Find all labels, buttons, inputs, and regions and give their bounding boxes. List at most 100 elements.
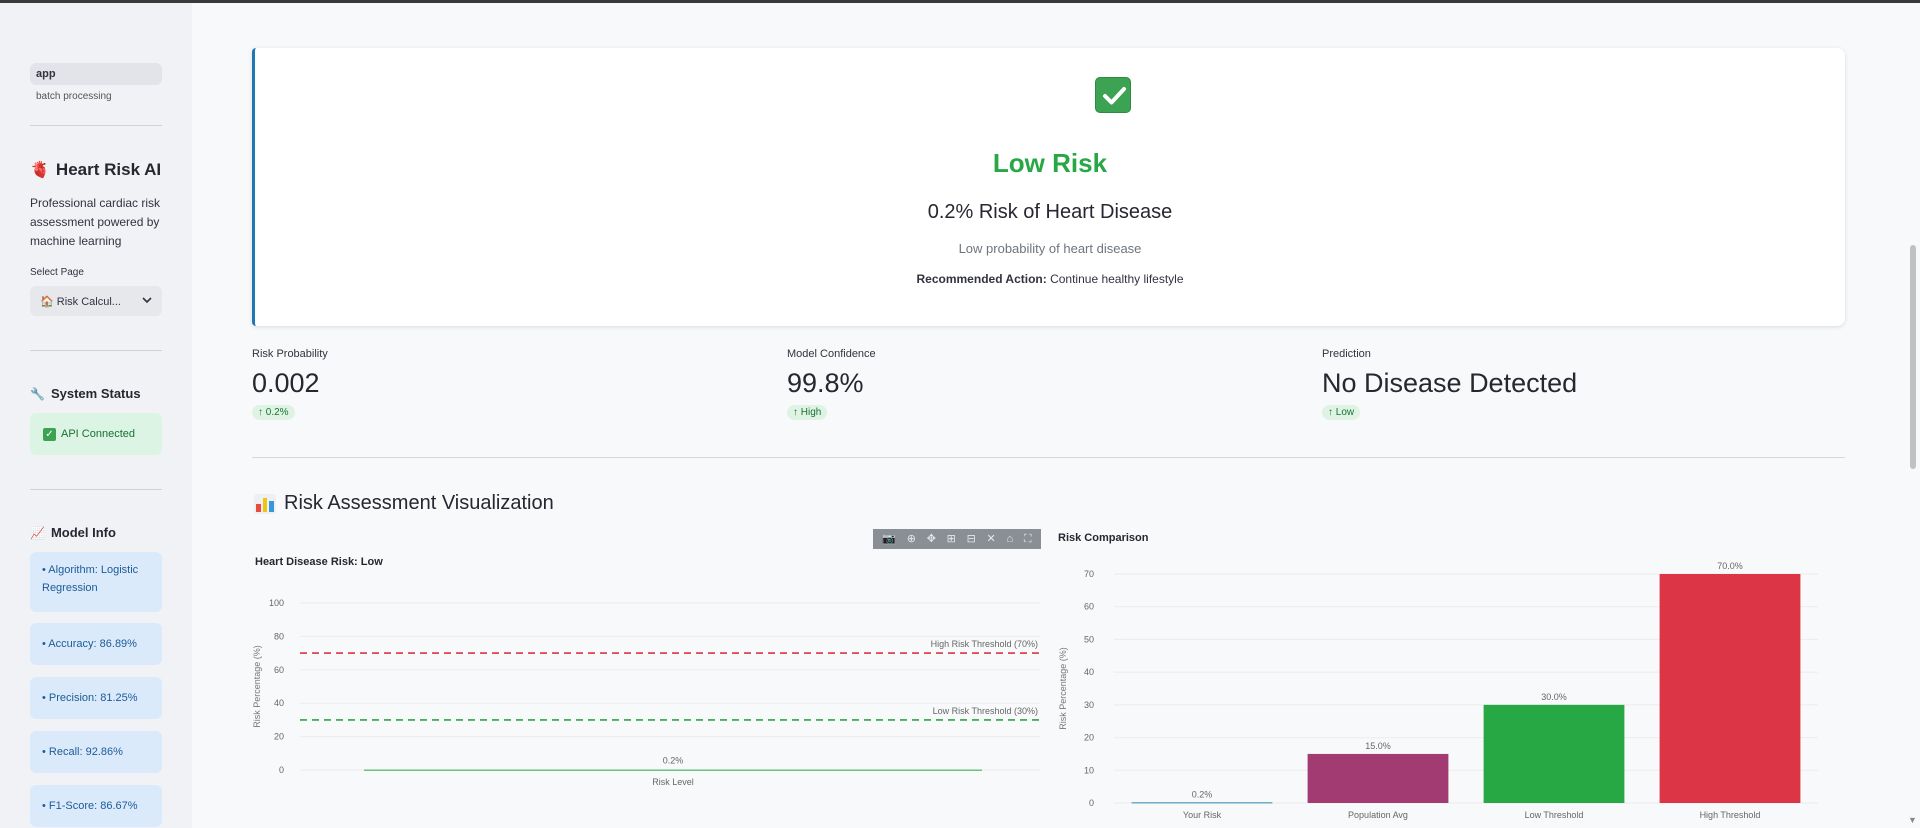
- y-tick-label: 70: [1084, 569, 1094, 579]
- y-tick-label: 60: [1084, 602, 1094, 612]
- sidebar-title-text: Heart Risk AI: [55, 160, 162, 179]
- zoom-in-icon[interactable]: ⊞: [947, 529, 956, 549]
- x-axis-label: Risk Level: [652, 777, 694, 787]
- nav-item-batch-processing[interactable]: batch processing: [36, 91, 112, 102]
- y-axis-label: Risk Percentage (%): [1058, 647, 1068, 730]
- sidebar-description: Professional cardiac risk assessment pow…: [30, 196, 161, 248]
- zoom-out-icon[interactable]: ⊟: [967, 529, 976, 549]
- api-status-text: API Connected: [61, 428, 135, 440]
- viz-section-title: Risk Assessment Visualization: [254, 492, 554, 515]
- risk-description: Low probability of heart disease: [958, 241, 1142, 256]
- main-content: Low Risk 0.2% Risk of Heart Disease Low …: [192, 3, 1920, 828]
- chart-modebar: 📷 ⊕ ✥ ⊞ ⊟ ✕ ⌂ ⛶: [873, 529, 1041, 549]
- metric-value: No Disease Detected: [1322, 368, 1578, 398]
- comparison-bar: [1659, 574, 1801, 803]
- page-select[interactable]: 🏠 Risk Calcul...: [30, 286, 162, 316]
- model-info-accuracy: • Accuracy: 86.89%: [30, 623, 162, 665]
- select-page-label: Select Page: [30, 267, 84, 278]
- api-status-badge: ✓ API Connected: [30, 413, 162, 455]
- home-icon[interactable]: ⌂: [1006, 529, 1013, 549]
- risk-level-label: Low Risk: [992, 148, 1108, 178]
- y-tick-label: 60: [274, 665, 284, 675]
- bar-value-label: 0.2%: [663, 756, 684, 766]
- page-select-value: 🏠 Risk Calcul...: [40, 295, 121, 308]
- y-tick-label: 0: [1089, 798, 1094, 808]
- x-tick-label: High Threshold: [1700, 810, 1761, 820]
- threshold-label: Low Risk Threshold (30%): [933, 706, 1038, 716]
- metric-delta: ↑ High: [787, 405, 828, 420]
- bar-value-label: 0.2%: [1192, 789, 1213, 799]
- sidebar-title: 🫀 Heart Risk AI: [30, 160, 161, 180]
- camera-icon[interactable]: 📷: [882, 529, 896, 549]
- nav-item-app[interactable]: app: [30, 63, 162, 85]
- viz-section-title-text: Risk Assessment Visualization: [284, 492, 554, 514]
- metric-risk-probability: Risk Probability 0.002 ↑ 0.2%: [252, 348, 328, 420]
- check-mark-icon: [1095, 77, 1131, 113]
- wrench-icon: 🔧: [30, 386, 45, 401]
- metric-delta: ↑ 0.2%: [252, 405, 295, 420]
- metric-delta-text: High: [800, 407, 822, 418]
- risk-gauge-chart: 0 20 40 60 80 100 Risk Percentage (%) High Risk…: [252, 598, 1040, 787]
- sidebar: app batch processing 🫀 Heart Risk AI Pro…: [0, 3, 192, 828]
- chevron-down-icon: [142, 295, 152, 307]
- metric-delta-text: Low: [1335, 407, 1355, 418]
- y-tick-label: 20: [1084, 733, 1094, 743]
- y-tick-label: 30: [1084, 700, 1094, 710]
- chart-title: Risk Comparison: [1058, 532, 1149, 544]
- risk-result-card: Low Risk 0.2% Risk of Heart Disease Low …: [252, 48, 1845, 326]
- metric-label: Risk Probability: [252, 348, 328, 360]
- system-status-heading: 🔧 System Status: [30, 386, 141, 401]
- metric-delta-text: 0.2%: [265, 407, 289, 418]
- threshold-label: High Risk Threshold (70%): [931, 639, 1038, 649]
- bar-value-label: 30.0%: [1541, 692, 1567, 702]
- comparison-bar: [1483, 704, 1625, 803]
- pan-icon[interactable]: ✥: [927, 529, 936, 549]
- y-tick-label: 40: [274, 698, 284, 708]
- risk-comparison-chart: 0 10 20 30 40 50 60 70 Risk Percentage (%) 0.2% Yo…: [1058, 561, 1818, 820]
- section-divider: [252, 457, 1845, 458]
- y-tick-label: 20: [274, 732, 284, 742]
- recommended-action-label: Recommended Action:: [916, 272, 1047, 286]
- model-info-recall: • Recall: 92.86%: [30, 731, 162, 773]
- chart-increasing-icon: 📈: [30, 525, 45, 540]
- y-tick-label: 100: [269, 598, 284, 608]
- metric-label: Prediction: [1322, 348, 1371, 360]
- risk-percentage-text: 0.2% Risk of Heart Disease: [927, 201, 1173, 223]
- arrow-up-icon: ↑: [793, 407, 798, 418]
- metric-prediction: Prediction No Disease Detected ↑ Low: [1322, 348, 1577, 420]
- anatomical-heart-icon: 🫀: [30, 162, 50, 179]
- model-info-f1-score: • F1-Score: 86.67%: [30, 785, 162, 827]
- metric-value: 0.002: [252, 368, 320, 398]
- risk-bar: [364, 769, 982, 771]
- fullscreen-icon[interactable]: ⛶: [1024, 529, 1032, 549]
- autoscale-icon[interactable]: ✕: [987, 529, 996, 549]
- system-status-heading-text: System Status: [50, 386, 141, 401]
- metric-model-confidence: Model Confidence 99.8% ↑ High: [787, 348, 876, 420]
- bar-value-label: 70.0%: [1717, 561, 1743, 571]
- x-tick-label: Low Threshold: [1525, 810, 1584, 820]
- arrow-up-icon: ↑: [258, 407, 263, 418]
- model-info-heading: 📈 Model Info: [30, 525, 116, 540]
- scrollbar-thumb[interactable]: [1910, 245, 1916, 469]
- recommended-action-text: Continue healthy lifestyle: [1046, 272, 1184, 286]
- sidebar-divider: [30, 125, 162, 126]
- y-tick-label: 50: [1084, 634, 1094, 644]
- y-tick-label: 40: [1084, 667, 1094, 677]
- x-tick-label: Your Risk: [1183, 810, 1222, 820]
- y-tick-label: 80: [274, 631, 284, 641]
- bar-value-label: 15.0%: [1365, 741, 1391, 751]
- comparison-bar: [1131, 802, 1273, 804]
- sidebar-divider: [30, 489, 162, 490]
- check-mark-icon: ✓: [43, 427, 56, 441]
- metric-delta: ↑ Low: [1322, 405, 1361, 420]
- comparison-bar: [1307, 753, 1449, 803]
- y-tick-label: 10: [1084, 765, 1094, 775]
- model-info-algorithm: • Algorithm: Logistic Regression: [30, 552, 162, 612]
- bar-chart-icon: [254, 493, 276, 514]
- model-info-precision: • Precision: 81.25%: [30, 677, 162, 719]
- arrow-up-icon: ↑: [1328, 407, 1333, 418]
- scroll-down-icon[interactable]: ▼: [1908, 815, 1917, 825]
- y-axis-label: Risk Percentage (%): [252, 645, 262, 728]
- metric-label: Model Confidence: [787, 348, 876, 360]
- zoom-icon[interactable]: ⊕: [907, 529, 916, 549]
